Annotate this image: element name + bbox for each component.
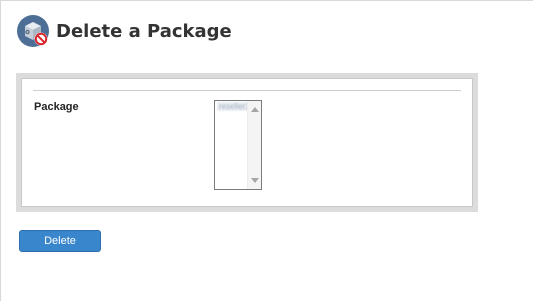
delete-button[interactable]: Delete	[19, 230, 101, 252]
form-panel: Package reseller1	[16, 73, 478, 212]
form-panel-body: Package reseller1	[21, 78, 473, 207]
package-delete-icon	[16, 14, 50, 48]
page-header: Delete a Package	[16, 13, 232, 49]
package-listbox[interactable]: reseller1	[214, 100, 262, 190]
divider	[33, 90, 461, 91]
scroll-down-icon[interactable]	[251, 178, 259, 183]
scroll-up-icon[interactable]	[251, 107, 259, 112]
package-label: Package	[34, 101, 79, 113]
listbox-scrollbar[interactable]	[247, 101, 261, 189]
page-title: Delete a Package	[56, 20, 232, 42]
